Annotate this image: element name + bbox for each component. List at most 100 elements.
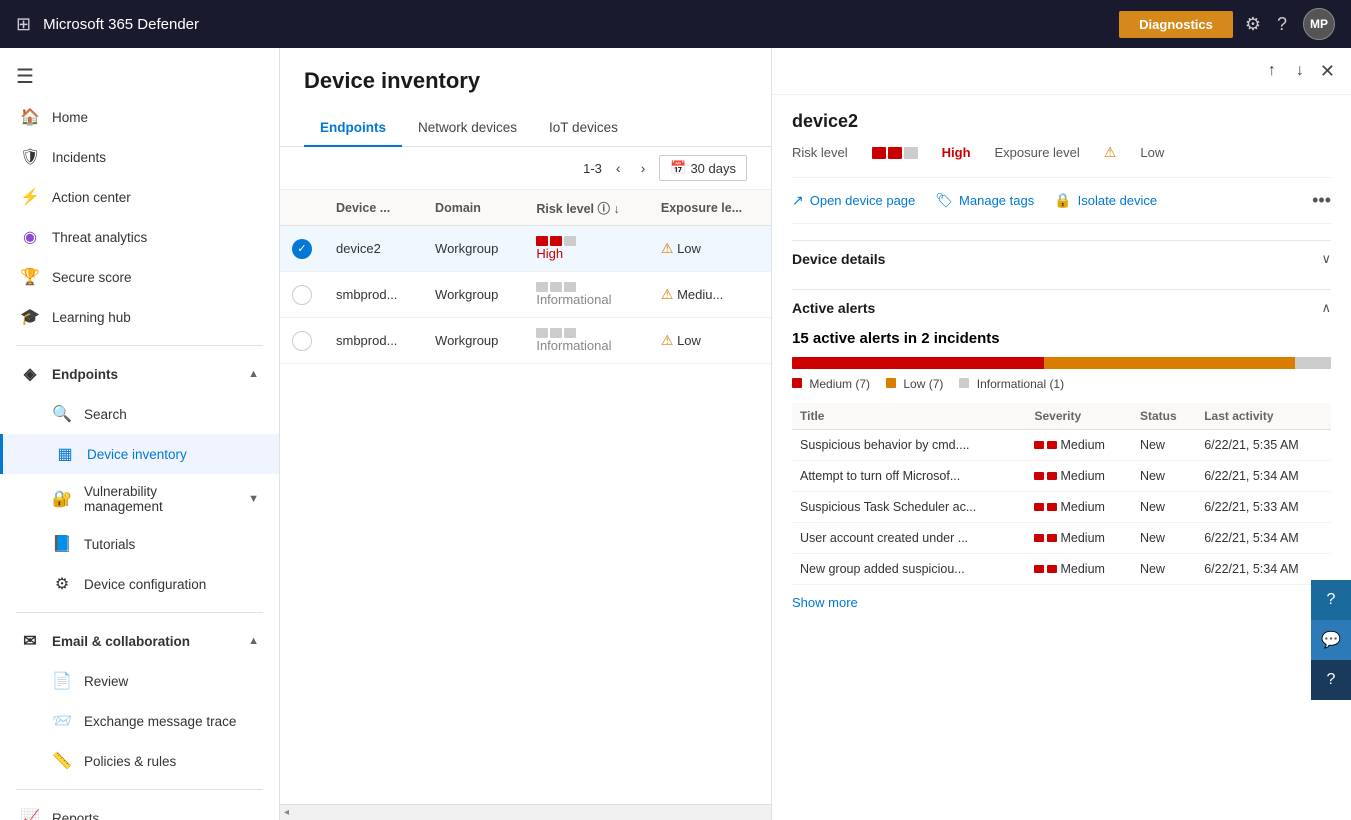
alert-severity: Medium	[1026, 492, 1131, 523]
col-domain[interactable]: Domain	[423, 190, 524, 226]
help-icon[interactable]: ?	[1277, 14, 1287, 35]
main-layout: ☰ 🏠 Home 🛡 Incidents ⚡ Action center ◉ T…	[0, 48, 1351, 820]
open-device-button[interactable]: ↗ Open device page	[792, 188, 915, 213]
detail-panel: ↑ ↓ ✕ device2 Risk level High Exposure l…	[771, 48, 1351, 820]
risk-block-3	[564, 282, 576, 292]
sidebar-item-action-center[interactable]: ⚡ Action center	[0, 177, 279, 217]
show-more-link[interactable]: Show more	[792, 595, 858, 610]
risk-bar	[536, 328, 637, 338]
risk-indicator	[872, 147, 918, 159]
alert-last-activity: 6/22/21, 5:34 AM	[1196, 523, 1331, 554]
sidebar-item-review[interactable]: 📄 Review	[0, 661, 279, 701]
diagnostics-button[interactable]: Diagnostics	[1119, 11, 1233, 38]
sidebar-item-label: Device configuration	[84, 577, 206, 592]
exposure-warning-icon: ⚠	[661, 240, 674, 256]
panel-up-button[interactable]: ↑	[1264, 60, 1280, 82]
panel-close-button[interactable]: ✕	[1320, 61, 1335, 82]
score-icon: 🏆	[20, 267, 40, 287]
manage-tags-button[interactable]: 🏷 Manage tags	[935, 188, 1034, 213]
tab-network-devices[interactable]: Network devices	[402, 110, 533, 147]
horizontal-scrollbar[interactable]: ◂	[280, 804, 771, 820]
float-btn-info[interactable]: ?	[1311, 660, 1351, 700]
sidebar-item-label: Secure score	[52, 270, 132, 285]
exchange-icon: 📨	[52, 711, 72, 731]
legend-medium: Medium (7)	[792, 377, 870, 391]
domain-cell: Workgroup	[423, 226, 524, 272]
bar-low	[1044, 357, 1296, 369]
grid-icon[interactable]: ⊞	[16, 14, 31, 35]
sev-block-2	[1047, 565, 1057, 573]
row-check[interactable]	[280, 318, 324, 364]
col-risk[interactable]: Risk level ⓘ ↓	[524, 190, 649, 226]
alert-row[interactable]: User account created under ... Medium Ne…	[792, 523, 1331, 554]
severity-indicator: Medium	[1034, 469, 1123, 483]
bar-medium	[792, 357, 1044, 369]
row-check[interactable]: ✓	[280, 226, 324, 272]
sidebar-item-device-config[interactable]: ⚙ Device configuration	[0, 564, 279, 604]
table-row[interactable]: smbprod... Workgroup Informational ⚠	[280, 318, 771, 364]
sidebar-item-secure-score[interactable]: 🏆 Secure score	[0, 257, 279, 297]
active-alerts-header[interactable]: Active alerts ∧	[792, 289, 1331, 326]
isolate-device-button[interactable]: 🔒 Isolate device	[1054, 188, 1157, 213]
page-header: Device inventory	[280, 48, 771, 110]
more-actions-button[interactable]: •••	[1312, 190, 1331, 211]
col-exposure[interactable]: Exposure le...	[649, 190, 771, 226]
severity-indicator: Medium	[1034, 531, 1123, 545]
col-device[interactable]: Device ...	[324, 190, 423, 226]
legend-dot-orange	[886, 378, 896, 388]
alert-row[interactable]: Suspicious Task Scheduler ac... Medium N…	[792, 492, 1331, 523]
sidebar-item-reports[interactable]: 📈 Reports	[0, 798, 279, 820]
sidebar-item-threat-analytics[interactable]: ◉ Threat analytics	[0, 217, 279, 257]
floating-buttons: ? 💬 ?	[1311, 580, 1351, 700]
sidebar-item-search[interactable]: 🔍 Search	[0, 394, 279, 434]
pagination-next-button[interactable]: ›	[635, 158, 652, 178]
sidebar-item-home[interactable]: 🏠 Home	[0, 97, 279, 137]
sidebar-item-vulnerability[interactable]: 🔐 Vulnerability management ▼	[0, 474, 279, 524]
tab-endpoints[interactable]: Endpoints	[304, 110, 402, 147]
top-navigation: ⊞ Microsoft 365 Defender Diagnostics ⚙ ?…	[0, 0, 1351, 48]
email-icon: ✉	[20, 631, 40, 651]
date-filter-label: 30 days	[690, 161, 736, 176]
sidebar-divider-3	[16, 789, 263, 790]
sidebar-item-learning-hub[interactable]: 🎓 Learning hub	[0, 297, 279, 337]
sidebar-item-exchange-trace[interactable]: 📨 Exchange message trace	[0, 701, 279, 741]
avatar[interactable]: MP	[1303, 8, 1335, 40]
chevron-down-icon-2: ∨	[1321, 251, 1331, 267]
info-icon: ⓘ ↓	[598, 202, 620, 216]
alert-row[interactable]: Suspicious behavior by cmd.... Medium Ne…	[792, 430, 1331, 461]
panel-down-button[interactable]: ↓	[1292, 60, 1308, 82]
alert-row[interactable]: Attempt to turn off Microsof... Medium N…	[792, 461, 1331, 492]
alert-row[interactable]: New group added suspiciou... Medium New …	[792, 554, 1331, 585]
sidebar-item-device-inventory[interactable]: ▦ Device inventory	[0, 434, 279, 474]
chevron-up-icon-3: ∧	[1321, 300, 1331, 316]
sidebar-divider-2	[16, 612, 263, 613]
endpoints-icon: ◈	[20, 364, 40, 384]
device-name-cell: smbprod...	[324, 272, 423, 318]
sidebar-item-endpoints[interactable]: ◈ Endpoints ▲	[0, 354, 279, 394]
config-icon: ⚙	[52, 574, 72, 594]
tab-iot-devices[interactable]: IoT devices	[533, 110, 634, 147]
sidebar-item-email-collab[interactable]: ✉ Email & collaboration ▲	[0, 621, 279, 661]
device-actions: ↗ Open device page 🏷 Manage tags 🔒 Isola…	[792, 177, 1331, 224]
active-alerts-section: Active alerts ∧ 15 active alerts in 2 in…	[792, 289, 1331, 610]
sidebar-item-incidents[interactable]: 🛡 Incidents	[0, 137, 279, 177]
domain-cell: Workgroup	[423, 318, 524, 364]
sidebar-item-policies[interactable]: 📏 Policies & rules	[0, 741, 279, 781]
sidebar-item-label: Home	[52, 110, 88, 125]
device-details-header[interactable]: Device details ∨	[792, 240, 1331, 277]
table-row[interactable]: ✓ device2 Workgroup High	[280, 226, 771, 272]
pagination-prev-button[interactable]: ‹	[610, 158, 627, 178]
sidebar-item-label: Search	[84, 407, 127, 422]
table-row[interactable]: smbprod... Workgroup Informational ⚠	[280, 272, 771, 318]
isolate-label: Isolate device	[1078, 193, 1158, 208]
float-btn-chat[interactable]: 💬	[1311, 620, 1351, 660]
sidebar-toggle[interactable]: ☰	[0, 56, 279, 97]
table-toolbar: 1-3 ‹ › 📅 30 days	[280, 147, 771, 190]
manage-tags-icon: 🏷	[935, 192, 953, 209]
date-filter[interactable]: 📅 30 days	[659, 155, 747, 181]
row-check[interactable]	[280, 272, 324, 318]
settings-icon[interactable]: ⚙	[1245, 14, 1261, 35]
float-btn-help[interactable]: ?	[1311, 580, 1351, 620]
exposure-value: Mediu...	[677, 287, 723, 302]
sidebar-item-tutorials[interactable]: 📘 Tutorials	[0, 524, 279, 564]
